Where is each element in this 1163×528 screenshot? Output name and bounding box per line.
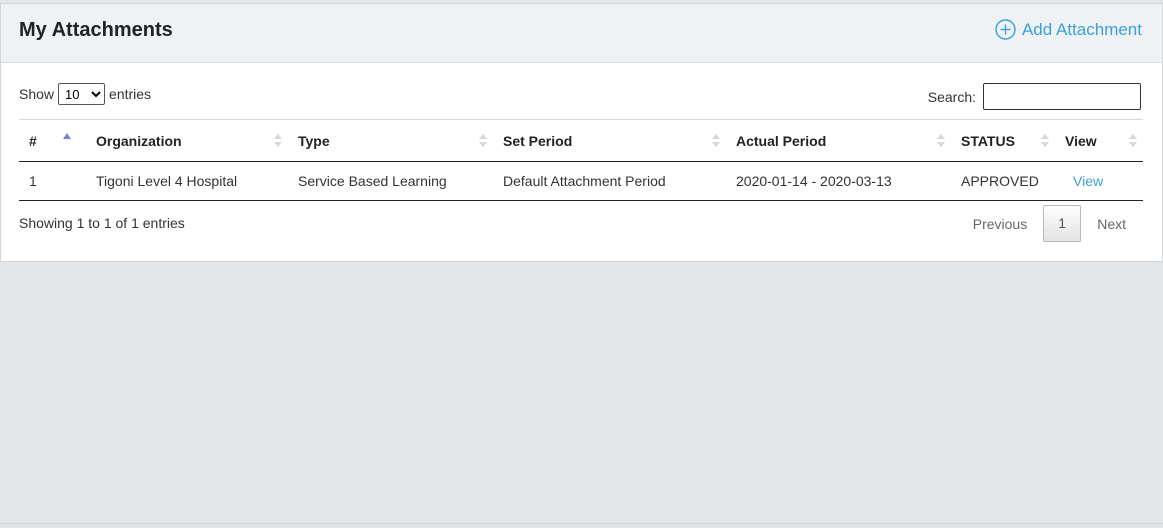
cell-type: Service Based Learning bbox=[288, 161, 493, 201]
search-input[interactable] bbox=[983, 83, 1141, 110]
column-label: STATUS bbox=[961, 132, 1015, 149]
entries-select[interactable]: 10 bbox=[58, 83, 106, 105]
page-title: My Attachments bbox=[19, 19, 173, 41]
table-info: Showing 1 to 1 of 1 entries bbox=[19, 215, 185, 231]
column-label: View bbox=[1065, 132, 1097, 149]
column-label: Set Period bbox=[503, 132, 573, 149]
column-header-set-period[interactable]: Set Period bbox=[493, 119, 726, 162]
sort-arrows-icon bbox=[1129, 134, 1137, 147]
attachments-panel: My Attachments Add Attachment Show 10 en… bbox=[0, 3, 1163, 262]
show-label: Show bbox=[19, 86, 55, 102]
cell-number: 1 bbox=[19, 161, 86, 201]
sort-arrows-icon bbox=[274, 134, 282, 147]
plus-circle-icon bbox=[995, 19, 1016, 40]
cell-status: APPROVED bbox=[951, 161, 1055, 201]
search-control: Search: bbox=[928, 83, 1141, 110]
divider bbox=[0, 523, 1163, 524]
cell-organization: Tigoni Level 4 Hospital bbox=[86, 161, 288, 201]
cell-set-period: Default Attachment Period bbox=[493, 161, 726, 201]
sort-arrows-icon bbox=[1041, 134, 1049, 147]
table-controls: Show 10 entries Search: bbox=[1, 63, 1162, 119]
column-header-status[interactable]: STATUS bbox=[951, 119, 1055, 162]
column-header-view[interactable]: View bbox=[1055, 119, 1143, 162]
next-page-button[interactable]: Next bbox=[1081, 206, 1142, 242]
pagination: Previous 1 Next bbox=[957, 205, 1142, 242]
column-label: Organization bbox=[96, 132, 182, 149]
column-header-type[interactable]: Type bbox=[288, 119, 493, 162]
add-attachment-button[interactable]: Add Attachment bbox=[995, 19, 1142, 40]
entries-label: entries bbox=[109, 86, 152, 102]
column-label: Actual Period bbox=[736, 132, 827, 149]
previous-page-button[interactable]: Previous bbox=[957, 206, 1043, 242]
column-label: Type bbox=[298, 132, 330, 149]
cell-actual-period: 2020-01-14 - 2020-03-13 bbox=[726, 161, 951, 201]
entries-length-control: Show 10 entries bbox=[19, 83, 151, 105]
column-label: # bbox=[29, 132, 37, 149]
search-label: Search: bbox=[927, 88, 976, 105]
sort-arrows-icon bbox=[937, 134, 945, 147]
add-attachment-label: Add Attachment bbox=[1021, 19, 1142, 39]
view-link[interactable]: View bbox=[1073, 173, 1103, 189]
column-header-organization[interactable]: Organization bbox=[86, 119, 288, 162]
attachments-table: # Organization Type Set Period Actual Pe… bbox=[19, 119, 1143, 201]
column-header-actual-period[interactable]: Actual Period bbox=[726, 119, 951, 162]
sort-arrows-icon bbox=[712, 134, 720, 147]
table-row: 1 Tigoni Level 4 Hospital Service Based … bbox=[19, 161, 1143, 201]
page-button-current[interactable]: 1 bbox=[1043, 205, 1082, 242]
sort-ascending-icon bbox=[63, 133, 71, 139]
sort-arrows-icon bbox=[479, 134, 487, 147]
panel-header: My Attachments Add Attachment bbox=[1, 4, 1162, 63]
cell-view: View bbox=[1055, 161, 1143, 201]
table-header-row: # Organization Type Set Period Actual Pe… bbox=[19, 119, 1143, 162]
column-header-number[interactable]: # bbox=[19, 119, 86, 162]
